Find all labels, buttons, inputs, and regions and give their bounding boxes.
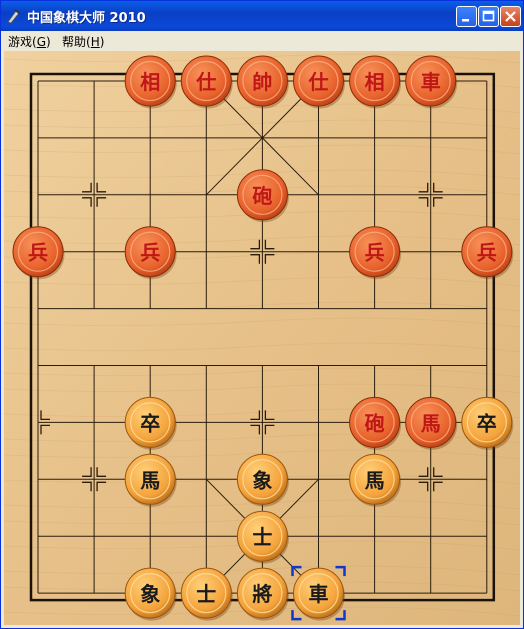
minimize-icon bbox=[462, 19, 469, 22]
piece-label: 卒 bbox=[140, 411, 160, 435]
piece-label: 仕 bbox=[308, 70, 329, 94]
piece-label: 兵 bbox=[140, 241, 160, 265]
piece-label: 仕 bbox=[195, 70, 216, 94]
piece-label: 象 bbox=[252, 468, 272, 492]
piece-label: 砲 bbox=[252, 184, 272, 208]
menu-game[interactable]: 游戏(G) bbox=[8, 33, 51, 50]
piece-label: 卒 bbox=[477, 411, 497, 435]
piece-label: 兵 bbox=[365, 241, 385, 265]
close-icon bbox=[505, 11, 516, 22]
piece-label: 士 bbox=[196, 582, 216, 606]
maximize-button[interactable] bbox=[478, 6, 499, 27]
piece-label: 兵 bbox=[28, 241, 48, 265]
board-area: 相仕帥仕相車砲兵兵兵兵砲馬卒卒馬象馬士象士將車 bbox=[4, 51, 520, 625]
piece-label: 馬 bbox=[140, 468, 160, 492]
piece-label: 將 bbox=[252, 582, 272, 606]
piece-label: 兵 bbox=[477, 241, 497, 265]
piece-label: 士 bbox=[252, 525, 272, 549]
app-icon bbox=[7, 9, 21, 24]
piece-label: 馬 bbox=[365, 468, 385, 492]
piece-label: 相 bbox=[365, 70, 385, 94]
title-bar[interactable]: 中国象棋大师 2010 bbox=[1, 1, 523, 31]
piece-label: 馬 bbox=[421, 411, 441, 435]
app-window: 中国象棋大师 2010 游戏(G) 帮助(H) 相 仕 帥 仕 相 車 砲 兵 … bbox=[0, 0, 524, 629]
menu-help-label: 帮助 bbox=[62, 35, 87, 49]
maximize-icon bbox=[482, 10, 495, 22]
close-button[interactable] bbox=[500, 6, 521, 27]
piece-label: 車 bbox=[309, 582, 329, 606]
menu-help-shortcut: H bbox=[90, 35, 100, 49]
chess-board[interactable]: 相仕帥仕相車砲兵兵兵兵砲 馬卒 卒馬象馬士象士將車 bbox=[4, 51, 520, 625]
piece-label: 車 bbox=[421, 70, 441, 94]
menu-game-shortcut: G bbox=[36, 35, 47, 49]
piece-label: 象 bbox=[140, 582, 160, 606]
piece-label: 帥 bbox=[252, 70, 272, 94]
menu-bar: 游戏(G) 帮助(H) bbox=[1, 31, 523, 51]
piece-label: 相 bbox=[140, 70, 160, 94]
piece-label: 砲 bbox=[365, 411, 385, 435]
menu-game-label: 游戏 bbox=[8, 35, 33, 49]
window-title: 中国象棋大师 2010 bbox=[27, 11, 146, 26]
minimize-button[interactable] bbox=[456, 6, 477, 27]
menu-help[interactable]: 帮助(H) bbox=[62, 33, 104, 50]
